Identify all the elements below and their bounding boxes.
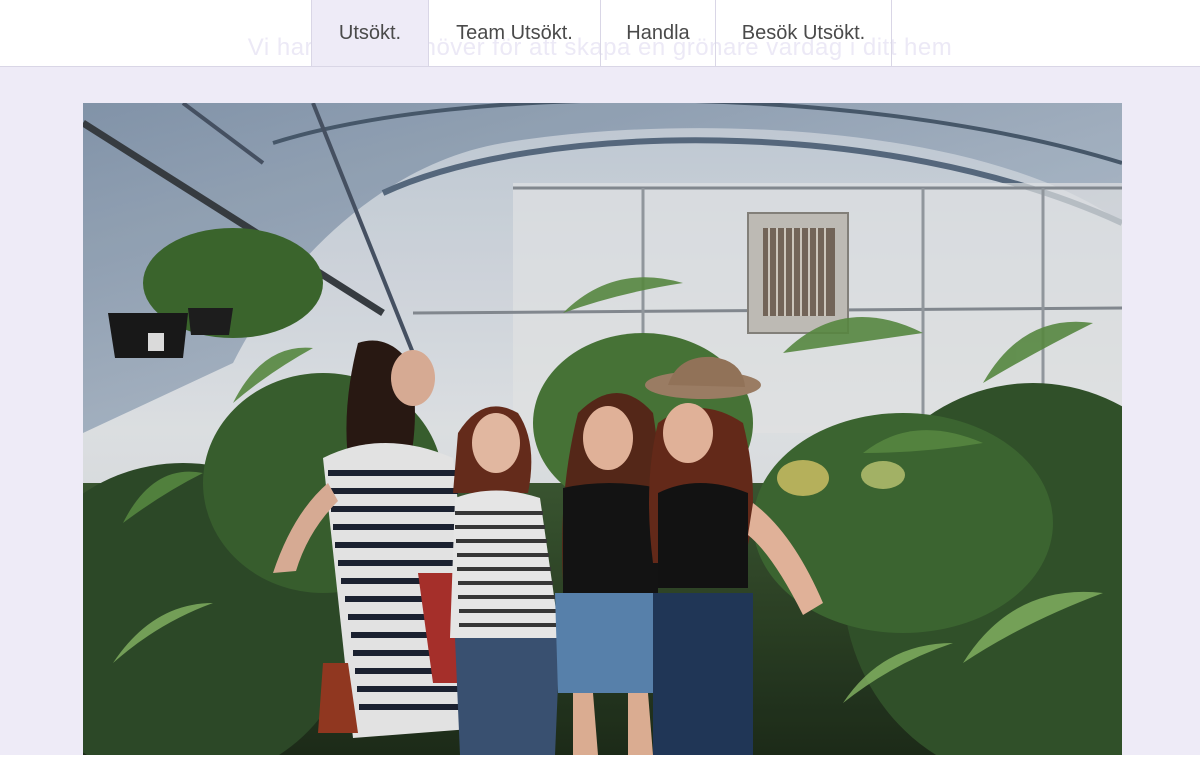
- nav-item-utsokt[interactable]: Utsökt.: [311, 0, 428, 66]
- greenhouse-photo-illustration: [83, 103, 1122, 755]
- hero-image: [83, 103, 1122, 755]
- top-navigation-bar: Vi har allt du behöver för att skapa en …: [0, 0, 1200, 67]
- nav-item-besok-utsokt[interactable]: Besök Utsökt.: [715, 0, 892, 66]
- main-nav: Utsökt. Team Utsökt. Handla Besök Utsökt…: [311, 0, 892, 66]
- nav-item-team-utsokt[interactable]: Team Utsökt.: [428, 0, 600, 66]
- page-bottom-edge: [0, 755, 1200, 761]
- nav-item-handla[interactable]: Handla: [600, 0, 715, 66]
